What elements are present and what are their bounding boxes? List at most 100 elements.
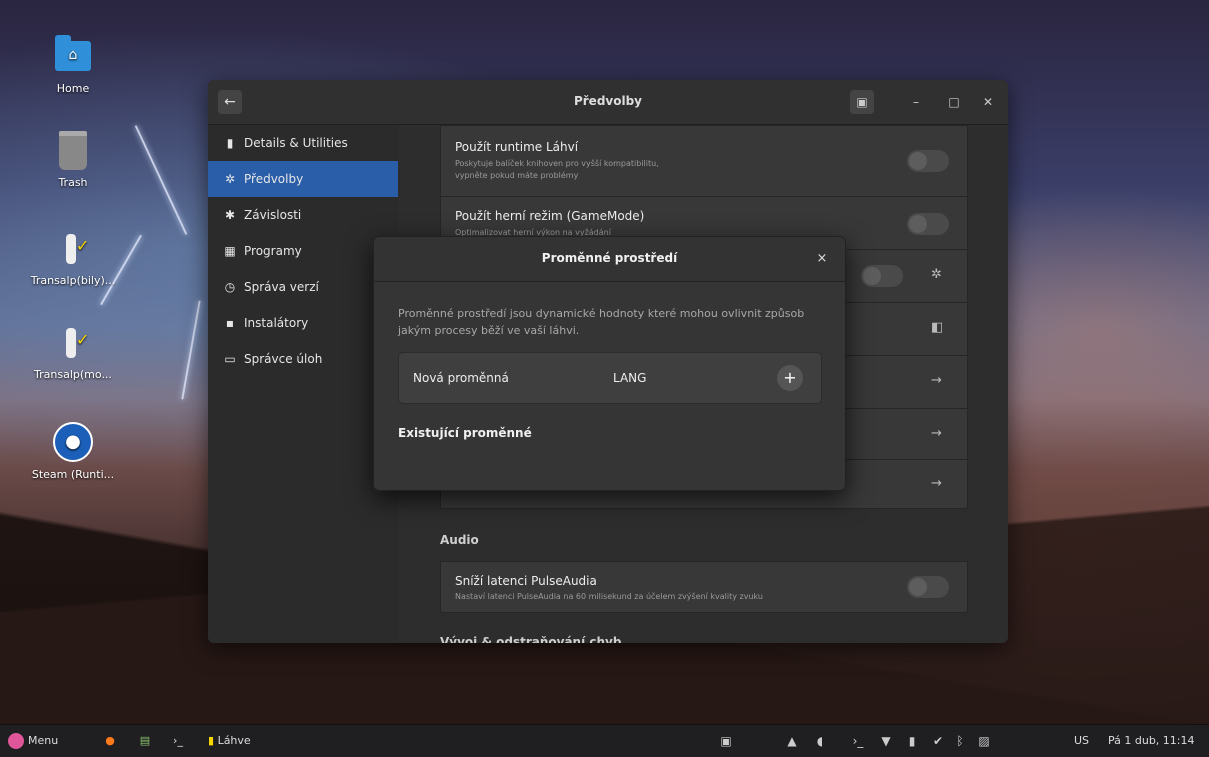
menu-icon <box>8 733 24 749</box>
dialog-description: Proměnné prostředí jsou dynamické hodnot… <box>398 307 805 337</box>
close-icon: × <box>816 251 828 266</box>
existing-variables-heading: Existující proměnné <box>398 426 532 440</box>
bottles-app-icon: ✓ <box>58 324 89 360</box>
plus-icon: + <box>783 368 797 387</box>
setting-subtitle: Nastaví latenci PulseAudia na 60 milisek… <box>455 592 764 601</box>
puzzle-icon: ✱ <box>224 208 236 222</box>
bottle-icon: ▮ <box>226 136 234 150</box>
new-variable-label: Nová proměnná <box>413 371 509 385</box>
sidebar-item-label: Správa verzí <box>244 280 319 294</box>
update-check-icon[interactable]: ✔ <box>930 732 946 750</box>
network-icon[interactable]: ▼ <box>878 732 894 750</box>
new-variable-input[interactable] <box>609 367 763 389</box>
pulseaudio-toggle[interactable] <box>907 576 949 598</box>
dialog-title: Proměnné prostředí <box>541 251 678 265</box>
setting-title: Použít herní režim (GameMode) <box>455 209 645 223</box>
lightning-bolt <box>134 125 188 235</box>
maximize-button[interactable]: □ <box>942 90 966 114</box>
sidebar-item-label: Správce úloh <box>244 352 323 366</box>
bottles-app-icon: ▮ <box>208 734 215 747</box>
bottles-app-icon: ✓ <box>58 230 89 266</box>
add-variable-button[interactable]: + <box>777 365 803 391</box>
desktop-icon-trash[interactable]: Trash <box>14 128 132 189</box>
notifications-icon[interactable]: ▲ <box>784 732 800 750</box>
keyboard-layout-indicator[interactable]: US <box>1074 732 1089 750</box>
workspace-icon[interactable]: ▣ <box>718 732 734 750</box>
chevron-right-icon: → <box>931 476 942 491</box>
sidebar: ▮ Details & Utilities ✲ Předvolby ✱ Závislo… <box>208 125 399 643</box>
maximize-icon: □ <box>948 95 960 109</box>
lightning-bolt <box>181 300 201 400</box>
desktop-icon-label: Transalp(bily)... <box>30 274 116 287</box>
sidebar-item-installers[interactable]: ▪ Instalátory <box>208 305 398 341</box>
chevron-right-icon: → <box>931 426 942 441</box>
setting-subtitle: vypněte pokud máte problémy <box>455 171 579 180</box>
runtime-toggle[interactable] <box>907 150 949 172</box>
firefox-launcher[interactable]: ● <box>100 732 120 750</box>
screenshot-button[interactable]: ▣ <box>850 90 874 114</box>
files-launcher[interactable]: ▤ <box>135 732 155 750</box>
gear-icon[interactable]: ✲ <box>931 267 942 282</box>
close-icon: ✕ <box>982 95 994 109</box>
sidebar-item-dependencies[interactable]: ✱ Závislosti <box>208 197 398 233</box>
desktop-icon-home[interactable]: Home <box>14 34 132 95</box>
grid-icon: ▦ <box>224 244 236 258</box>
taskbar: Menu ● ▤ ›_ ▮ Láhve ▣ ▲ ◖ ›_ ▼ ▮ ✔ ᛒ ▨ U… <box>0 724 1209 757</box>
chevron-right-icon: → <box>931 373 942 388</box>
sidebar-item-task-manager[interactable]: ▭ Správce úloh <box>208 341 398 377</box>
setting-title: Použít runtime Láhví <box>455 140 579 154</box>
close-button[interactable]: ✕ <box>976 90 1000 114</box>
menu-label: Menu <box>28 734 59 747</box>
bluetooth-icon[interactable]: ᛒ <box>952 732 968 750</box>
desktop-icon-steam[interactable]: ● Steam (Runti... <box>14 420 132 481</box>
sidebar-item-label: Programy <box>244 244 302 258</box>
section-dev: Vývoj & odstraňování chyb <box>440 635 622 643</box>
desktop-icon-label: Home <box>56 82 90 95</box>
gear-icon: ✲ <box>224 172 236 186</box>
sidebar-item-label: Předvolby <box>244 172 304 186</box>
desktop-icon-label: Trash <box>58 176 88 189</box>
minimize-icon: – <box>913 95 919 109</box>
sidebar-item-label: Závislosti <box>244 208 302 222</box>
files-icon: ▤ <box>139 734 151 747</box>
desktop-icon-label: Transalp(mo... <box>34 368 112 381</box>
clipboard-icon: ◧ <box>931 320 944 335</box>
sidebar-item-programs[interactable]: ▦ Programy <box>208 233 398 269</box>
terminal-icon: ›_ <box>173 734 183 747</box>
env-vars-dialog: Proměnné prostředí × Proměnné prostředí … <box>373 236 846 491</box>
minimize-button[interactable]: – <box>904 90 928 114</box>
setting-subtitle: Poskytuje balíček knihoven pro vyšší kom… <box>455 159 659 168</box>
image-viewer-icon[interactable]: ▨ <box>976 732 992 750</box>
menu-button[interactable]: Menu <box>8 732 58 750</box>
sidebar-item-label: Details & Utilities <box>244 136 348 150</box>
taskbar-app-label: Láhve <box>217 734 251 747</box>
installer-icon: ▪ <box>225 316 235 330</box>
sidebar-item-label: Instalátory <box>244 316 309 330</box>
sidebar-item-versioning[interactable]: ◷ Správa verzí <box>208 269 398 305</box>
history-icon: ◷ <box>224 280 236 294</box>
desktop-icon-transalp-bily[interactable]: ✓ Transalp(bily)... <box>14 226 132 287</box>
desktop-icon-transalp-mo[interactable]: ✓ Transalp(mo... <box>14 320 132 381</box>
terminal-launcher[interactable]: ›_ <box>168 732 188 750</box>
terminal-tray-icon[interactable]: ›_ <box>850 732 866 750</box>
hidden-toggle[interactable] <box>861 265 903 287</box>
sidebar-item-details[interactable]: ▮ Details & Utilities <box>208 125 398 161</box>
folder-home-icon <box>55 35 91 71</box>
volume-muted-icon[interactable]: ◖ <box>812 732 828 750</box>
dialog-header: Proměnné prostředí × <box>374 237 845 282</box>
audio-card: Sníží latenci PulseAudia Nastaví latenci… <box>440 561 968 613</box>
window-titlebar: ← Předvolby ▣ – □ ✕ <box>208 80 1008 125</box>
firefox-icon: ● <box>105 734 115 747</box>
gamemode-toggle[interactable] <box>907 213 949 235</box>
sidebar-item-preferences[interactable]: ✲ Předvolby <box>208 161 398 197</box>
new-variable-row: Nová proměnná + <box>398 352 822 404</box>
taskbar-app-bottles[interactable]: ▮ Láhve <box>208 732 251 750</box>
setting-title: Sníží latenci PulseAudia <box>455 574 597 588</box>
clock[interactable]: Pá 1 dub, 11:14 <box>1108 732 1195 750</box>
trash-icon <box>59 130 87 170</box>
window-title: Předvolby <box>573 94 643 108</box>
dialog-close-button[interactable]: × <box>812 249 832 269</box>
steam-icon: ● <box>53 422 93 462</box>
monitor-icon: ▭ <box>224 352 236 366</box>
battery-icon[interactable]: ▮ <box>904 732 920 750</box>
